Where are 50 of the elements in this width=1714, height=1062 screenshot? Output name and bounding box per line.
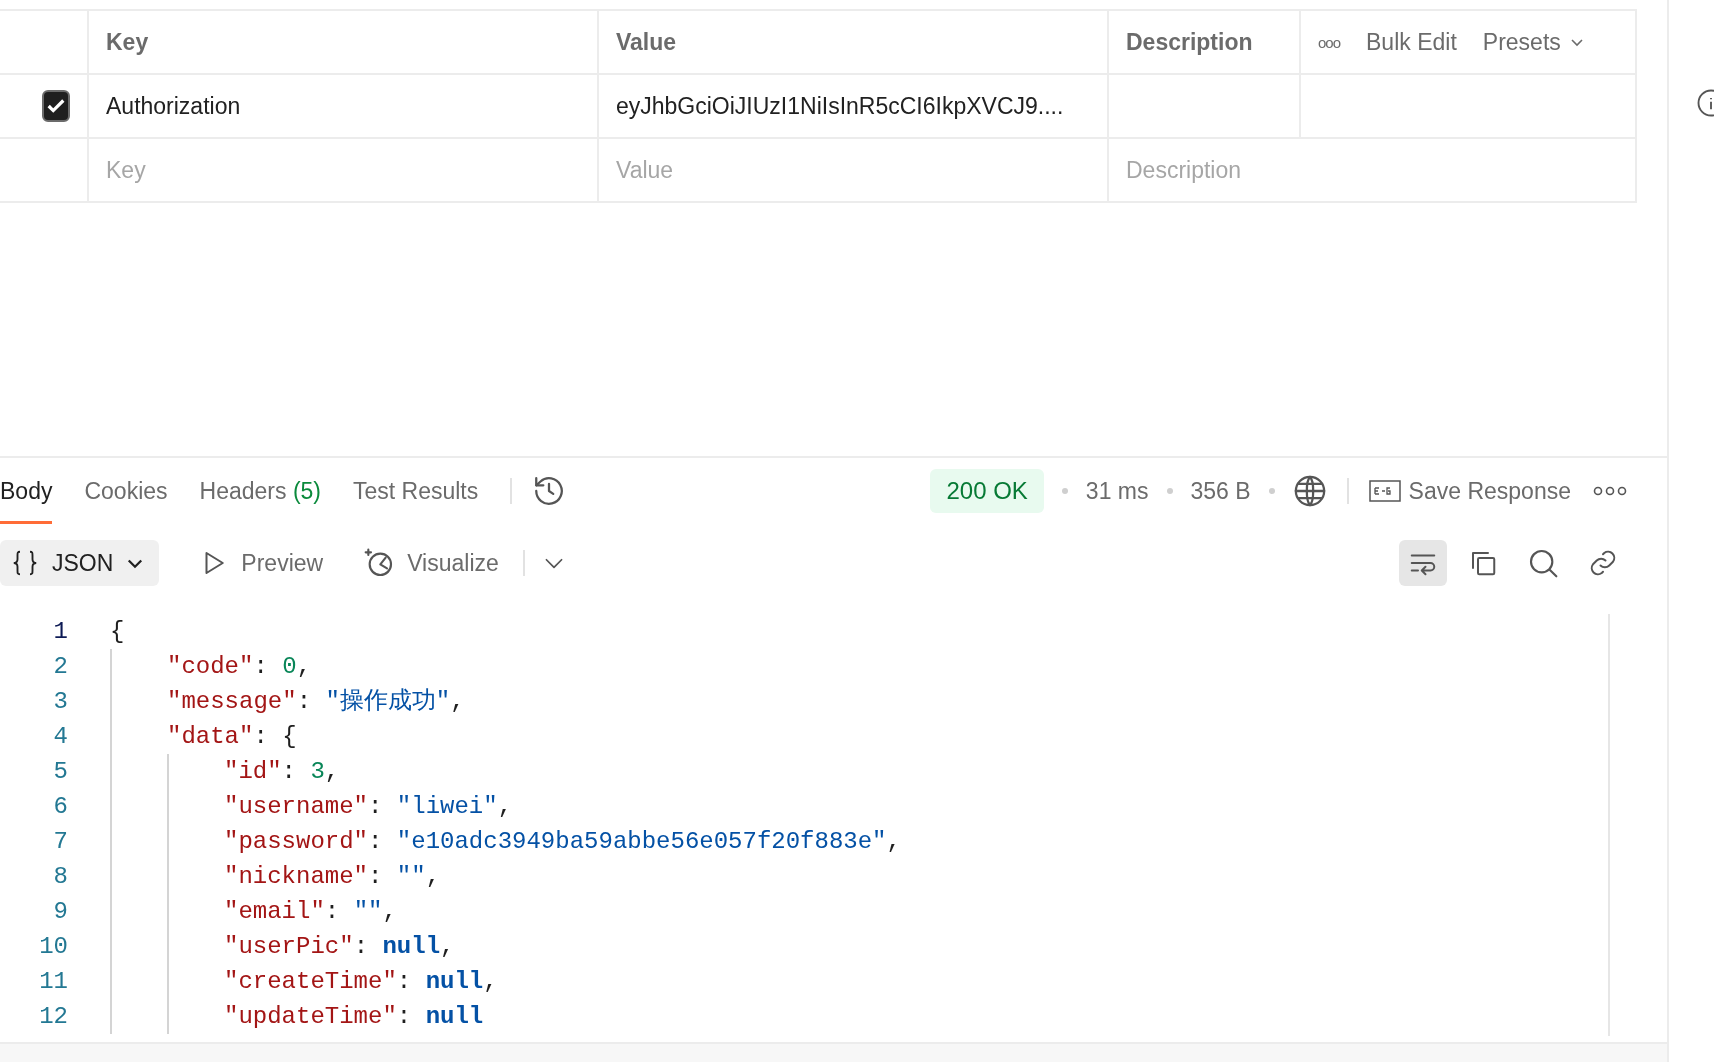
- code-line: "username": "liwei",: [224, 792, 513, 822]
- wrap-lines-button[interactable]: [1399, 540, 1447, 586]
- presets-button[interactable]: Presets: [1482, 28, 1585, 56]
- code-line: "id": 3,: [224, 757, 340, 787]
- line-number: 4: [52, 722, 68, 752]
- checkbox[interactable]: [42, 90, 70, 122]
- response-tab[interactable]: Body: [0, 458, 53, 524]
- line-number: 5: [52, 757, 68, 787]
- globe-icon: [1292, 474, 1327, 508]
- code-line: "nickname": "",: [224, 862, 441, 892]
- response-tab[interactable]: Test Results: [353, 458, 479, 524]
- preview-button[interactable]: Preview: [191, 548, 332, 578]
- response-time: 31 ms: [1085, 477, 1149, 505]
- response-tab[interactable]: Headers (5): [199, 458, 321, 524]
- code-line: {: [110, 617, 125, 647]
- code-line: "data": {: [167, 722, 297, 752]
- code-line: "updateTime": null: [224, 1002, 484, 1032]
- response-size: 356 B: [1190, 477, 1251, 505]
- format-dropdown[interactable]: JSON: [0, 540, 160, 586]
- search-icon: [1527, 547, 1559, 579]
- response-tab[interactable]: Cookies: [84, 458, 168, 524]
- code-line: "password": "e10adc3949ba59abbe56e057f20f883e",: [224, 827, 901, 857]
- line-number: 9: [52, 897, 68, 927]
- code-line: "message": "操作成功",: [167, 687, 465, 717]
- save-response-button[interactable]: Save Response: [1368, 477, 1571, 505]
- more-button[interactable]: ooo: [1318, 33, 1341, 51]
- param-key: Authorization: [106, 92, 241, 120]
- column-header: Description: [1126, 28, 1253, 56]
- line-number: 12: [38, 1002, 68, 1032]
- param-value: eyJhbGciOiJIUzI1NiIsInR5cCI6IkpXVCJ9....: [616, 92, 1064, 120]
- code-line: "userPic": null,: [224, 932, 455, 962]
- link-icon: [1588, 548, 1618, 578]
- visualize-button[interactable]: Visualize: [355, 547, 507, 579]
- line-number: 3: [52, 687, 68, 717]
- line-number: 8: [52, 862, 68, 892]
- line-number: 2: [52, 652, 68, 682]
- code-line: "code": 0,: [167, 652, 312, 682]
- line-number: 11: [38, 967, 68, 997]
- more-icon[interactable]: [1593, 486, 1627, 496]
- bulk-edit-button[interactable]: Bulk Edit: [1366, 28, 1457, 56]
- line-number: 6: [52, 792, 68, 822]
- line-number: 7: [52, 827, 68, 857]
- example-icon: [1368, 479, 1401, 503]
- status-badge: 200 OK: [930, 469, 1044, 513]
- column-header: Key: [106, 28, 149, 56]
- code-line: "createTime": null,: [224, 967, 498, 997]
- line-number: 10: [38, 932, 68, 962]
- column-header: Value: [616, 28, 677, 56]
- code-line: "email": "",: [224, 897, 397, 927]
- line-number: 1: [52, 617, 68, 647]
